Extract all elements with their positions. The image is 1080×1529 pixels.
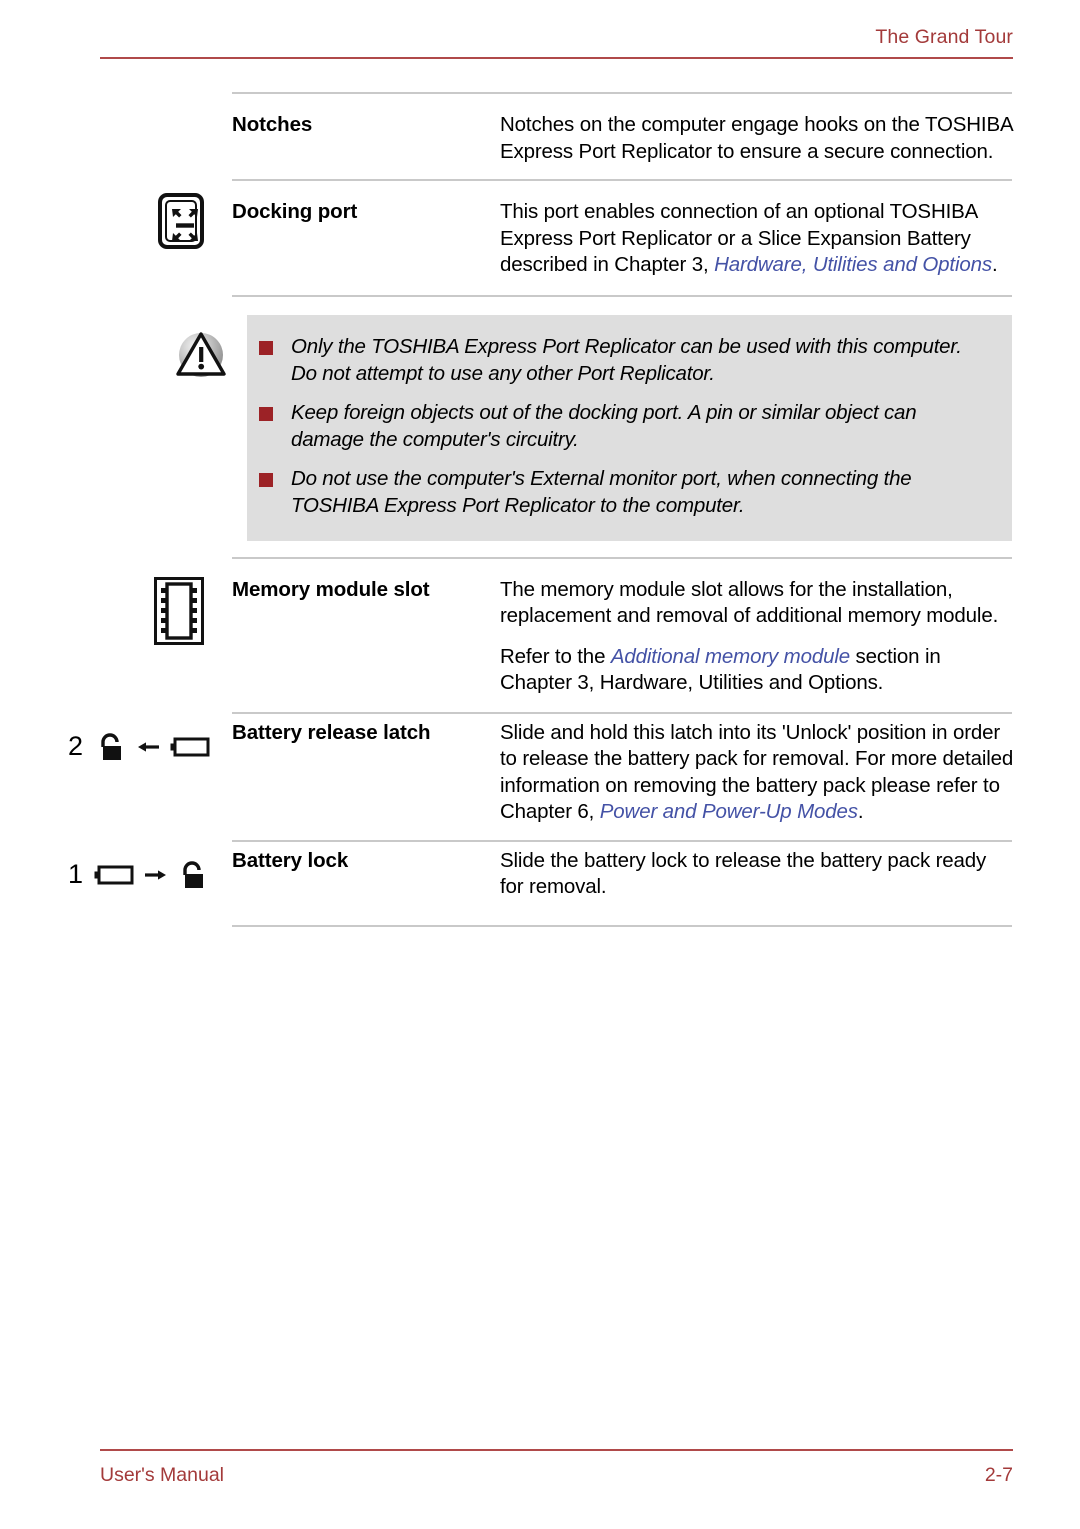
icon-cell: [0, 94, 232, 106]
footer-left-label: User's Manual: [100, 1464, 225, 1486]
text-run: The memory module slot allows for the in…: [500, 577, 999, 628]
page-content: Notches Notches on the computer engage h…: [0, 92, 1080, 927]
spec-description: This port enables connection of an optio…: [500, 181, 1080, 279]
bullet-square-icon: [259, 340, 273, 355]
paragraph: Refer to the Additional memory module se…: [500, 644, 1014, 697]
spec-description: Slide and hold this latch into its 'Unlo…: [500, 714, 1080, 826]
text-run: Slide the battery lock to release the ba…: [500, 848, 987, 899]
warning-item: Do not use the computer's External monit…: [259, 465, 992, 519]
paragraph: Slide the battery lock to release the ba…: [500, 848, 1014, 901]
memory-module-icon: [154, 576, 204, 645]
padlock-open-icon: [183, 860, 203, 888]
icon-cell: [0, 181, 232, 249]
spec-label: Docking port: [232, 200, 358, 223]
callout-number: 1: [67, 859, 83, 889]
docking-port-icon: [158, 193, 204, 249]
spec-description: Notches on the computer engage hooks on …: [500, 94, 1080, 165]
callout-icon-group: 2: [68, 718, 210, 762]
spec-row-battery-lock: 1 Battery lock Slide the battery lock to…: [0, 842, 1080, 901]
warning-triangle-icon: [176, 331, 226, 377]
warning-block: Only the TOSHIBA Express Port Replicator…: [0, 314, 1080, 541]
callout-icon-group: 1: [68, 846, 210, 890]
warning-item: Keep foreign objects out of the docking …: [259, 399, 992, 453]
paragraph: Notches on the computer engage hooks on …: [500, 112, 1014, 165]
page-footer: User's Manual 2-7: [100, 1449, 1013, 1487]
cross-reference-link[interactable]: Additional memory module: [611, 645, 850, 668]
spec-description: Slide the battery lock to release the ba…: [500, 842, 1080, 901]
divider: [232, 294, 1012, 297]
spec-label: Memory module slot: [232, 577, 430, 601]
page-header: The Grand Tour: [100, 26, 1013, 60]
battery-icon: [170, 737, 210, 756]
cross-reference-link[interactable]: Power and Power-Up Modes: [600, 800, 858, 823]
warning-text: Only the TOSHIBA Express Port Replicator…: [291, 334, 962, 385]
spec-description: The memory module slot allows for the in…: [500, 559, 1080, 697]
spec-label: Notches: [232, 113, 313, 136]
spec-row-notches: Notches Notches on the computer engage h…: [0, 94, 1080, 165]
header-rule: [100, 57, 1013, 60]
icon-cell: 1: [0, 842, 232, 890]
warning-callout: Only the TOSHIBA Express Port Replicator…: [247, 314, 1012, 541]
text-run: Notches on the computer engage hooks on …: [500, 113, 1013, 163]
icon-cell: [0, 559, 232, 645]
cross-reference-link[interactable]: Hardware, Utilities and Options: [714, 253, 992, 276]
paragraph: This port enables connection of an optio…: [500, 199, 1014, 279]
divider: [232, 924, 1012, 927]
arrow-right-icon: [145, 869, 166, 880]
footer-rule: [100, 1449, 1013, 1451]
page-number: 2-7: [984, 1464, 1013, 1486]
callout-number: 2: [67, 731, 83, 761]
text-run: .: [991, 253, 998, 276]
paragraph: Slide and hold this latch into its 'Unlo…: [500, 720, 1014, 826]
warning-text: Do not use the computer's External monit…: [291, 466, 912, 517]
bullet-square-icon: [259, 406, 273, 421]
warning-text: Keep foreign objects out of the docking …: [291, 400, 917, 451]
spec-row-memory-module-slot: Memory module slot The memory module slo…: [0, 559, 1080, 697]
icon-cell: 2: [0, 714, 232, 762]
spec-row-docking-port: Docking port This port enables connectio…: [0, 181, 1080, 279]
bullet-square-icon: [259, 472, 273, 487]
icon-cell: [0, 315, 247, 383]
arrow-left-icon: [138, 741, 159, 752]
warning-item: Only the TOSHIBA Express Port Replicator…: [259, 333, 992, 387]
battery-icon: [94, 865, 134, 884]
spec-row-battery-release-latch: 2 Battery release latch Slide and hold t…: [0, 714, 1080, 826]
padlock-open-icon: [101, 732, 121, 760]
spec-label: Battery release latch: [232, 720, 431, 744]
text-run: Refer to the: [500, 644, 611, 668]
text-run: .: [857, 800, 864, 823]
page-title: The Grand Tour: [875, 26, 1013, 48]
paragraph: The memory module slot allows for the in…: [500, 577, 1014, 630]
spec-label: Battery lock: [232, 848, 349, 872]
